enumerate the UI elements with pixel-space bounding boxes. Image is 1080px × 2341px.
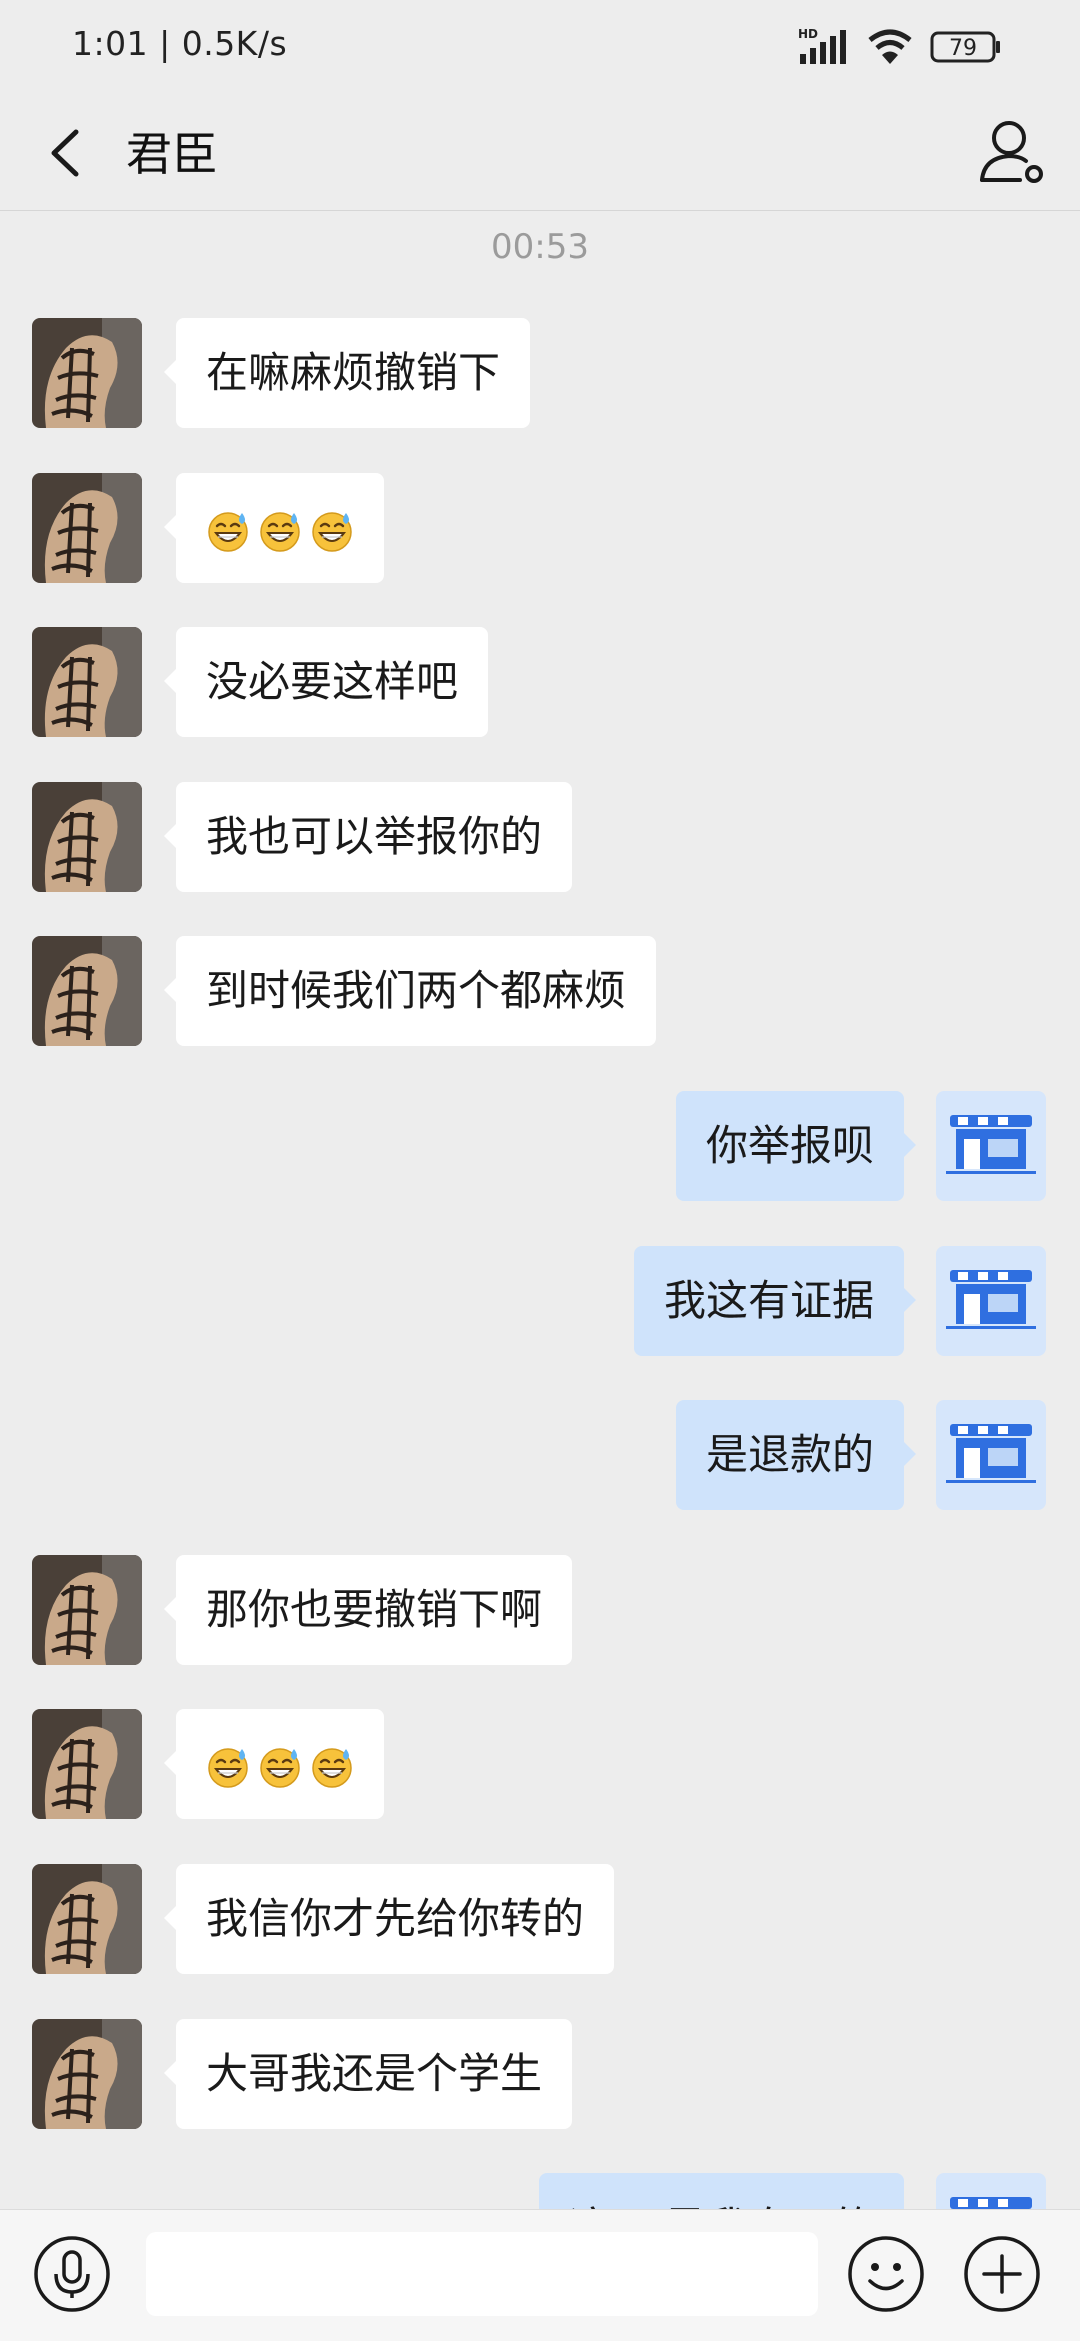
message-bubble[interactable]: 是退款的 <box>675 1400 917 1510</box>
message-text: 那你也要撤销下啊 <box>206 1585 543 1634</box>
contact-avatar[interactable] <box>32 1555 142 1665</box>
contact-profile-button[interactable] <box>976 114 1050 190</box>
incoming-message: 我信你才先给你转的 <box>0 1864 1080 1976</box>
incoming-message: 我也可以举报你的 <box>0 782 1080 894</box>
microphone-icon <box>34 2236 110 2312</box>
message-bubble[interactable]: 我这有证据 <box>633 1246 917 1356</box>
grin-sweat-emoji-icon <box>258 509 302 553</box>
message-text: 我也可以举报你的 <box>206 812 543 861</box>
contact-avatar[interactable] <box>32 782 142 892</box>
incoming-message <box>0 1709 1080 1821</box>
message-bubble[interactable]: 这50是我自己的 <box>538 2173 904 2209</box>
message-text: 大哥我还是个学生 <box>206 2049 543 2098</box>
incoming-message: 到时候我们两个都麻烦 <box>0 936 1080 1048</box>
contact-avatar[interactable] <box>32 1709 142 1819</box>
message-bubble[interactable] <box>164 1709 384 1819</box>
my-avatar[interactable] <box>936 2173 1046 2209</box>
plus-icon <box>964 2236 1040 2312</box>
outgoing-message: 这50是我自己的 <box>0 2173 1080 2209</box>
my-avatar[interactable] <box>936 1400 1046 1510</box>
message-bubble[interactable] <box>164 473 384 583</box>
grin-sweat-emoji-icon <box>206 509 250 553</box>
grin-sweat-emoji-icon <box>310 1745 354 1789</box>
message-text: 在嘛麻烦撤销下 <box>206 348 501 397</box>
incoming-message <box>0 473 1080 585</box>
contact-avatar[interactable] <box>32 473 142 583</box>
message-text: 我这有证据 <box>663 1276 874 1325</box>
message-text: 没必要这样吧 <box>206 657 459 706</box>
message-bubble[interactable]: 大哥我还是个学生 <box>163 2019 573 2129</box>
message-bubble[interactable]: 你举报呗 <box>675 1091 917 1201</box>
signal-icon: HD <box>798 27 846 64</box>
message-bubble[interactable]: 在嘛麻烦撤销下 <box>163 318 531 428</box>
status-time-speed: 1:01 | 0.5K/s <box>72 24 288 63</box>
wifi-icon <box>868 29 912 64</box>
contact-avatar[interactable] <box>32 936 142 1046</box>
message-timestamp: 00:53 <box>491 227 589 267</box>
grin-sweat-emoji-icon <box>206 1745 250 1789</box>
incoming-message: 在嘛麻烦撤销下 <box>0 318 1080 430</box>
outgoing-message: 你举报呗 <box>0 1091 1080 1203</box>
more-options-button[interactable] <box>962 2234 1042 2314</box>
message-bubble[interactable]: 到时候我们两个都麻烦 <box>163 936 657 1046</box>
message-bubble[interactable]: 没必要这样吧 <box>163 627 489 737</box>
battery-level: 79 <box>949 36 977 61</box>
message-text: 我信你才先给你转的 <box>206 1894 585 1943</box>
emoji-group <box>206 1745 354 1789</box>
message-text: 你举报呗 <box>705 1121 874 1170</box>
contact-avatar[interactable] <box>32 318 142 428</box>
contact-avatar[interactable] <box>32 2019 142 2129</box>
message-list[interactable]: 00:53 在嘛麻烦撤销下 没必要这样吧我也可以举报你的到时候我们两个都麻烦你举报… <box>0 211 1080 2209</box>
incoming-message: 那你也要撤销下啊 <box>0 1555 1080 1667</box>
contact-avatar[interactable] <box>32 1864 142 1974</box>
emoji-group <box>206 509 354 553</box>
battery-icon: 79 <box>930 31 1000 63</box>
incoming-message: 没必要这样吧 <box>0 627 1080 739</box>
network-label: HD <box>798 27 818 41</box>
smiley-icon <box>848 2236 924 2312</box>
chat-header: 君臣 <box>0 96 1080 211</box>
incoming-message: 大哥我还是个学生 <box>0 2019 1080 2131</box>
message-bubble[interactable]: 我也可以举报你的 <box>163 782 573 892</box>
message-bubble[interactable]: 我信你才先给你转的 <box>163 1864 615 1974</box>
message-text: 是退款的 <box>705 1430 874 1479</box>
person-settings-icon <box>980 121 1043 183</box>
input-bar <box>0 2209 1080 2341</box>
back-button[interactable] <box>38 116 98 190</box>
message-input[interactable] <box>146 2232 818 2316</box>
outgoing-message: 是退款的 <box>0 1400 1080 1512</box>
contact-avatar[interactable] <box>32 627 142 737</box>
message-text: 到时候我们两个都麻烦 <box>206 966 627 1015</box>
emoji-button[interactable] <box>846 2234 926 2314</box>
outgoing-message: 我这有证据 <box>0 1246 1080 1358</box>
message-bubble[interactable]: 那你也要撤销下啊 <box>163 1555 573 1665</box>
my-avatar[interactable] <box>936 1091 1046 1201</box>
grin-sweat-emoji-icon <box>258 1745 302 1789</box>
voice-input-button[interactable] <box>32 2234 112 2314</box>
my-avatar[interactable] <box>936 1246 1046 1356</box>
grin-sweat-emoji-icon <box>310 509 354 553</box>
page-title: 君臣 <box>126 127 218 181</box>
chevron-left-icon <box>51 129 79 177</box>
status-bar: 1:01 | 0.5K/s HD 79 <box>0 0 1080 96</box>
